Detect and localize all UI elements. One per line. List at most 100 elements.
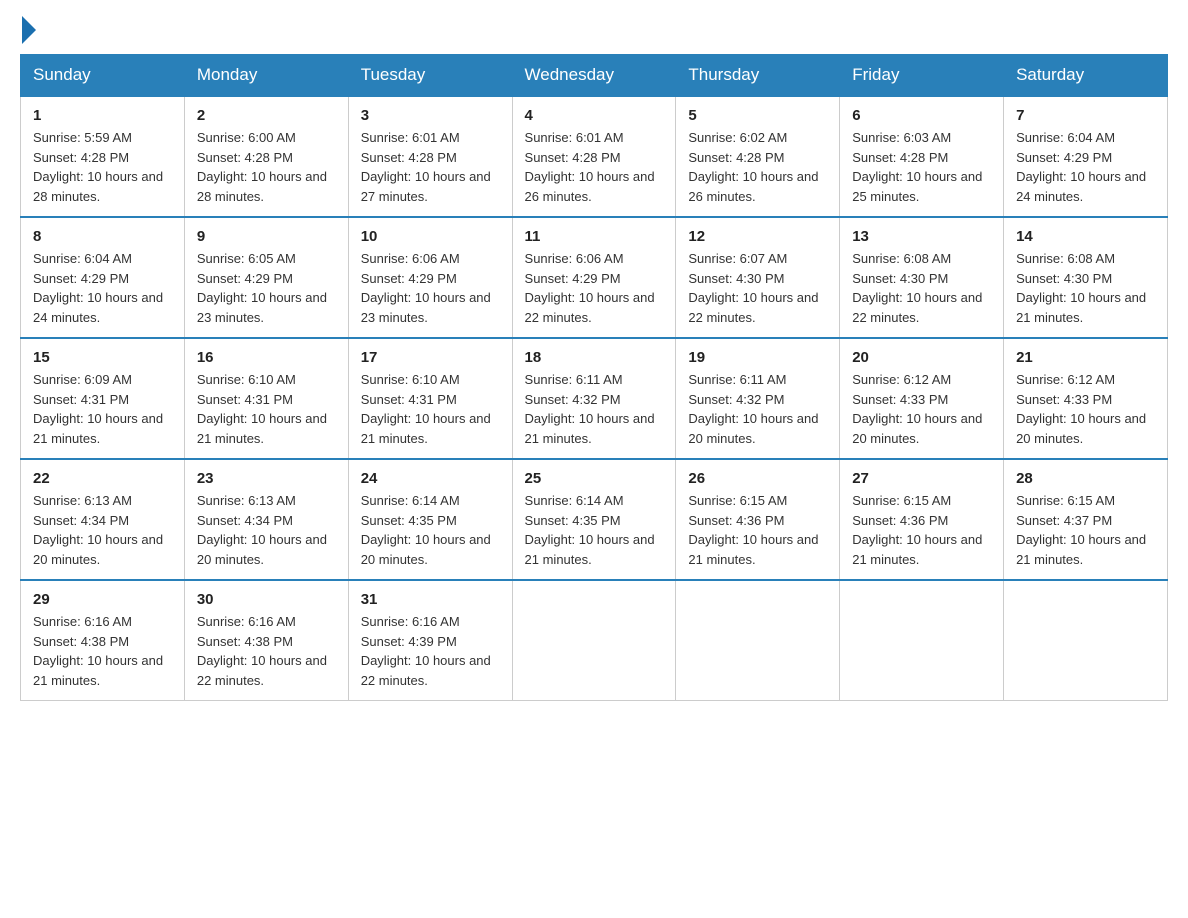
weekday-header-wednesday: Wednesday (512, 55, 676, 97)
calendar-day-cell: 17 Sunrise: 6:10 AM Sunset: 4:31 PM Dayl… (348, 338, 512, 459)
day-number: 20 (852, 349, 991, 366)
day-info: Sunrise: 6:06 AM Sunset: 4:29 PM Dayligh… (361, 249, 500, 327)
weekday-header-saturday: Saturday (1004, 55, 1168, 97)
weekday-header-sunday: Sunday (21, 55, 185, 97)
day-info: Sunrise: 6:05 AM Sunset: 4:29 PM Dayligh… (197, 249, 336, 327)
day-number: 14 (1016, 228, 1155, 245)
calendar-day-cell: 3 Sunrise: 6:01 AM Sunset: 4:28 PM Dayli… (348, 96, 512, 217)
day-info: Sunrise: 6:13 AM Sunset: 4:34 PM Dayligh… (197, 491, 336, 569)
day-info: Sunrise: 6:13 AM Sunset: 4:34 PM Dayligh… (33, 491, 172, 569)
day-number: 4 (525, 107, 664, 124)
calendar-day-cell: 5 Sunrise: 6:02 AM Sunset: 4:28 PM Dayli… (676, 96, 840, 217)
day-number: 12 (688, 228, 827, 245)
day-number: 2 (197, 107, 336, 124)
weekday-header-friday: Friday (840, 55, 1004, 97)
day-info: Sunrise: 6:08 AM Sunset: 4:30 PM Dayligh… (852, 249, 991, 327)
day-info: Sunrise: 6:09 AM Sunset: 4:31 PM Dayligh… (33, 370, 172, 448)
day-number: 27 (852, 470, 991, 487)
weekday-header-thursday: Thursday (676, 55, 840, 97)
calendar-day-cell: 11 Sunrise: 6:06 AM Sunset: 4:29 PM Dayl… (512, 217, 676, 338)
day-info: Sunrise: 6:11 AM Sunset: 4:32 PM Dayligh… (525, 370, 664, 448)
day-number: 28 (1016, 470, 1155, 487)
calendar-day-cell: 26 Sunrise: 6:15 AM Sunset: 4:36 PM Dayl… (676, 459, 840, 580)
calendar-day-cell (676, 580, 840, 701)
calendar-day-cell: 10 Sunrise: 6:06 AM Sunset: 4:29 PM Dayl… (348, 217, 512, 338)
calendar-table: SundayMondayTuesdayWednesdayThursdayFrid… (20, 54, 1168, 701)
day-info: Sunrise: 6:04 AM Sunset: 4:29 PM Dayligh… (1016, 128, 1155, 206)
day-info: Sunrise: 6:14 AM Sunset: 4:35 PM Dayligh… (361, 491, 500, 569)
calendar-day-cell (1004, 580, 1168, 701)
calendar-day-cell: 25 Sunrise: 6:14 AM Sunset: 4:35 PM Dayl… (512, 459, 676, 580)
day-info: Sunrise: 6:14 AM Sunset: 4:35 PM Dayligh… (525, 491, 664, 569)
calendar-day-cell: 8 Sunrise: 6:04 AM Sunset: 4:29 PM Dayli… (21, 217, 185, 338)
calendar-day-cell (512, 580, 676, 701)
day-info: Sunrise: 6:11 AM Sunset: 4:32 PM Dayligh… (688, 370, 827, 448)
calendar-day-cell: 4 Sunrise: 6:01 AM Sunset: 4:28 PM Dayli… (512, 96, 676, 217)
calendar-day-cell: 2 Sunrise: 6:00 AM Sunset: 4:28 PM Dayli… (184, 96, 348, 217)
calendar-day-cell: 22 Sunrise: 6:13 AM Sunset: 4:34 PM Dayl… (21, 459, 185, 580)
day-info: Sunrise: 6:10 AM Sunset: 4:31 PM Dayligh… (197, 370, 336, 448)
calendar-week-2: 8 Sunrise: 6:04 AM Sunset: 4:29 PM Dayli… (21, 217, 1168, 338)
day-number: 10 (361, 228, 500, 245)
weekday-header-row: SundayMondayTuesdayWednesdayThursdayFrid… (21, 55, 1168, 97)
calendar-day-cell: 14 Sunrise: 6:08 AM Sunset: 4:30 PM Dayl… (1004, 217, 1168, 338)
day-info: Sunrise: 6:08 AM Sunset: 4:30 PM Dayligh… (1016, 249, 1155, 327)
day-number: 25 (525, 470, 664, 487)
calendar-day-cell: 9 Sunrise: 6:05 AM Sunset: 4:29 PM Dayli… (184, 217, 348, 338)
day-number: 15 (33, 349, 172, 366)
calendar-day-cell: 15 Sunrise: 6:09 AM Sunset: 4:31 PM Dayl… (21, 338, 185, 459)
day-info: Sunrise: 6:16 AM Sunset: 4:38 PM Dayligh… (33, 612, 172, 690)
day-number: 31 (361, 591, 500, 608)
calendar-week-1: 1 Sunrise: 5:59 AM Sunset: 4:28 PM Dayli… (21, 96, 1168, 217)
day-info: Sunrise: 6:07 AM Sunset: 4:30 PM Dayligh… (688, 249, 827, 327)
day-info: Sunrise: 6:15 AM Sunset: 4:36 PM Dayligh… (688, 491, 827, 569)
page-header (20, 20, 1168, 44)
calendar-day-cell: 6 Sunrise: 6:03 AM Sunset: 4:28 PM Dayli… (840, 96, 1004, 217)
calendar-day-cell (840, 580, 1004, 701)
weekday-header-tuesday: Tuesday (348, 55, 512, 97)
calendar-day-cell: 7 Sunrise: 6:04 AM Sunset: 4:29 PM Dayli… (1004, 96, 1168, 217)
day-number: 17 (361, 349, 500, 366)
calendar-day-cell: 29 Sunrise: 6:16 AM Sunset: 4:38 PM Dayl… (21, 580, 185, 701)
day-number: 24 (361, 470, 500, 487)
calendar-day-cell: 20 Sunrise: 6:12 AM Sunset: 4:33 PM Dayl… (840, 338, 1004, 459)
day-number: 30 (197, 591, 336, 608)
day-number: 26 (688, 470, 827, 487)
calendar-week-4: 22 Sunrise: 6:13 AM Sunset: 4:34 PM Dayl… (21, 459, 1168, 580)
calendar-day-cell: 12 Sunrise: 6:07 AM Sunset: 4:30 PM Dayl… (676, 217, 840, 338)
day-number: 1 (33, 107, 172, 124)
day-info: Sunrise: 6:03 AM Sunset: 4:28 PM Dayligh… (852, 128, 991, 206)
day-info: Sunrise: 6:12 AM Sunset: 4:33 PM Dayligh… (1016, 370, 1155, 448)
day-info: Sunrise: 6:00 AM Sunset: 4:28 PM Dayligh… (197, 128, 336, 206)
day-number: 6 (852, 107, 991, 124)
day-info: Sunrise: 6:01 AM Sunset: 4:28 PM Dayligh… (361, 128, 500, 206)
calendar-day-cell: 21 Sunrise: 6:12 AM Sunset: 4:33 PM Dayl… (1004, 338, 1168, 459)
day-info: Sunrise: 6:01 AM Sunset: 4:28 PM Dayligh… (525, 128, 664, 206)
day-number: 19 (688, 349, 827, 366)
weekday-header-monday: Monday (184, 55, 348, 97)
calendar-day-cell: 18 Sunrise: 6:11 AM Sunset: 4:32 PM Dayl… (512, 338, 676, 459)
calendar-day-cell: 31 Sunrise: 6:16 AM Sunset: 4:39 PM Dayl… (348, 580, 512, 701)
day-number: 23 (197, 470, 336, 487)
calendar-day-cell: 24 Sunrise: 6:14 AM Sunset: 4:35 PM Dayl… (348, 459, 512, 580)
day-number: 11 (525, 228, 664, 245)
day-info: Sunrise: 6:15 AM Sunset: 4:37 PM Dayligh… (1016, 491, 1155, 569)
day-number: 13 (852, 228, 991, 245)
logo-arrow-icon (22, 16, 36, 44)
day-number: 18 (525, 349, 664, 366)
day-info: Sunrise: 6:16 AM Sunset: 4:38 PM Dayligh… (197, 612, 336, 690)
day-number: 7 (1016, 107, 1155, 124)
calendar-week-5: 29 Sunrise: 6:16 AM Sunset: 4:38 PM Dayl… (21, 580, 1168, 701)
day-info: Sunrise: 6:16 AM Sunset: 4:39 PM Dayligh… (361, 612, 500, 690)
calendar-day-cell: 28 Sunrise: 6:15 AM Sunset: 4:37 PM Dayl… (1004, 459, 1168, 580)
day-info: Sunrise: 6:12 AM Sunset: 4:33 PM Dayligh… (852, 370, 991, 448)
day-number: 21 (1016, 349, 1155, 366)
day-number: 8 (33, 228, 172, 245)
day-number: 3 (361, 107, 500, 124)
day-number: 5 (688, 107, 827, 124)
calendar-day-cell: 23 Sunrise: 6:13 AM Sunset: 4:34 PM Dayl… (184, 459, 348, 580)
day-number: 29 (33, 591, 172, 608)
day-number: 9 (197, 228, 336, 245)
day-number: 16 (197, 349, 336, 366)
day-info: Sunrise: 6:02 AM Sunset: 4:28 PM Dayligh… (688, 128, 827, 206)
